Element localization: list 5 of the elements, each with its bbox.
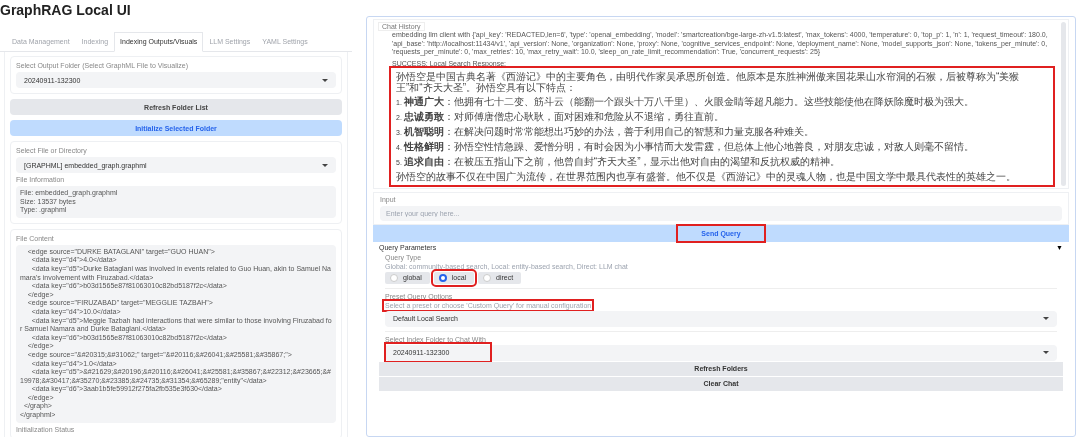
caret-icon: [322, 163, 328, 167]
caret-icon: [1043, 317, 1049, 321]
caret-icon: [1043, 351, 1049, 355]
app-title: GraphRAG Local UI: [0, 2, 132, 18]
caret-icon: [322, 78, 328, 82]
